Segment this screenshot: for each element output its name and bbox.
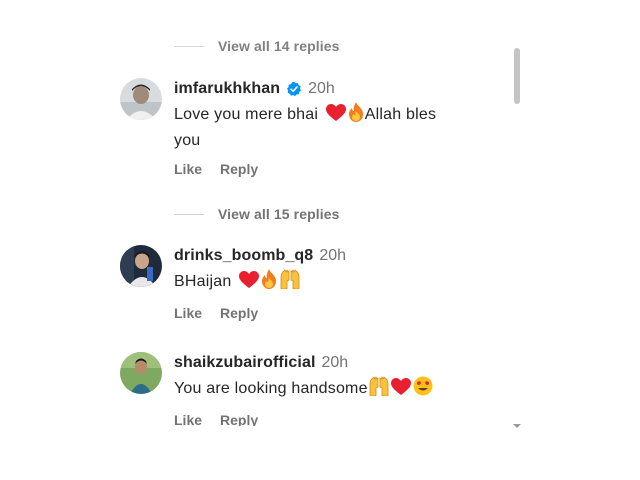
- verified-badge-icon: [286, 81, 302, 97]
- comment-text-part: You are looking handsome: [174, 380, 368, 397]
- avatar[interactable]: [120, 352, 162, 394]
- fire-icon: [347, 102, 365, 129]
- username[interactable]: imfarukhkhan: [174, 80, 280, 98]
- scrollbar-thumb[interactable]: [514, 48, 520, 104]
- view-replies-label: View all 15 replies: [218, 206, 340, 222]
- timestamp: 20h: [308, 80, 335, 97]
- raising-hands-icon: [368, 376, 390, 403]
- comment-text-part: BHaijan: [174, 273, 232, 290]
- red-heart-icon: [390, 378, 411, 403]
- comment-text-part: you: [174, 132, 201, 149]
- timestamp: 20h: [319, 247, 347, 264]
- like-button[interactable]: Like: [174, 305, 202, 321]
- comment-text-part: Love you mere bhai: [174, 106, 319, 123]
- username[interactable]: shaikzubairofficial: [174, 354, 316, 372]
- comment-text: BHaijan: [174, 269, 504, 296]
- fire-icon: [260, 269, 278, 296]
- comment-text-part: Allah bles: [364, 106, 437, 123]
- like-button[interactable]: Like: [174, 161, 202, 177]
- red-heart-icon: [239, 271, 260, 296]
- username[interactable]: drinks_boomb_q8: [174, 247, 313, 265]
- reply-button[interactable]: Reply: [220, 305, 258, 321]
- red-heart-icon: [325, 104, 346, 129]
- comment-text: You are looking handsome: [174, 376, 504, 403]
- reply-button[interactable]: Reply: [220, 161, 258, 177]
- view-replies-label: View all 14 replies: [218, 38, 340, 54]
- comments-panel: View all 14 replies imfarukhkhan 20h Lov…: [112, 36, 524, 426]
- scrollbar[interactable]: [512, 48, 522, 428]
- divider: [174, 45, 204, 47]
- scroll-down-icon[interactable]: [513, 424, 521, 428]
- timestamp: 20h: [321, 354, 349, 371]
- avatar[interactable]: [120, 245, 162, 287]
- raising-hands-icon: [279, 269, 301, 296]
- divider: [174, 213, 204, 215]
- reply-button[interactable]: Reply: [220, 412, 258, 426]
- avatar[interactable]: [120, 78, 162, 120]
- like-button[interactable]: Like: [174, 412, 202, 426]
- view-replies-button[interactable]: View all 15 replies: [174, 206, 340, 222]
- heart-eyes-icon: [413, 376, 433, 403]
- comment-text: Love you mere bhai Allah bles you: [174, 102, 504, 152]
- view-replies-button[interactable]: View all 14 replies: [174, 38, 340, 54]
